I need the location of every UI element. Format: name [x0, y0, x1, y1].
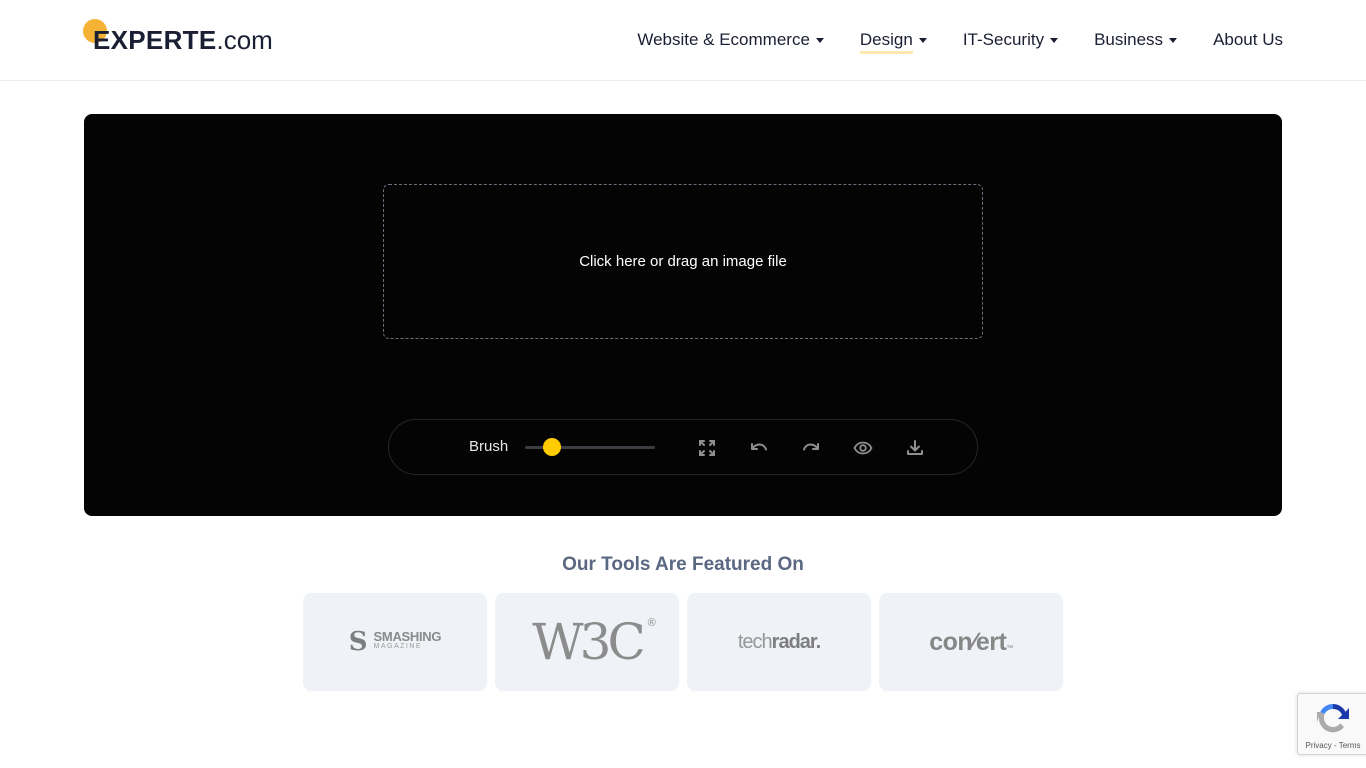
- recaptcha-privacy-terms[interactable]: Privacy - Terms: [1298, 741, 1366, 750]
- logo-suffix: .com: [216, 25, 273, 55]
- image-editor: Click here or drag an image file Brush: [84, 114, 1282, 516]
- nav-item-it-security[interactable]: IT-Security: [963, 30, 1059, 50]
- smashing-s-icon: S: [348, 627, 368, 657]
- convert-logo[interactable]: con∕ert™: [879, 593, 1063, 691]
- caret-down-icon: [918, 37, 927, 43]
- expand-icon: [699, 440, 715, 456]
- nav-item-website-ecommerce[interactable]: Website & Ecommerce: [637, 30, 824, 50]
- fullscreen-button[interactable]: [695, 436, 719, 460]
- undo-button[interactable]: [747, 436, 771, 460]
- preview-button[interactable]: [851, 436, 875, 460]
- caret-down-icon: [1169, 37, 1178, 43]
- nav-item-design[interactable]: Design: [859, 30, 927, 54]
- featured-title: Our Tools Are Featured On: [562, 554, 804, 575]
- brush-size-slider[interactable]: [525, 437, 655, 457]
- recaptcha-icon: [1317, 703, 1349, 733]
- download-button[interactable]: [903, 436, 927, 460]
- smashing-magazine-logo[interactable]: S SMASHING MAGAZINE: [303, 593, 487, 691]
- experte-logo[interactable]: EXPERTE.com: [83, 18, 283, 58]
- undo-icon: [751, 443, 767, 451]
- dropzone-text: Click here or drag an image file: [579, 253, 787, 270]
- editor-toolbar: Brush: [388, 419, 978, 475]
- image-dropzone[interactable]: Click here or drag an image file: [383, 184, 983, 339]
- download-icon: [907, 440, 923, 455]
- slider-thumb[interactable]: [543, 438, 562, 456]
- nav-item-business[interactable]: Business: [1094, 30, 1178, 50]
- w3c-logo[interactable]: W3C ®: [495, 593, 679, 691]
- brush-label: Brush: [469, 438, 509, 455]
- site-header: EXPERTE.com Website & Ecommerce Design I…: [0, 0, 1366, 81]
- recaptcha-badge[interactable]: Privacy - Terms: [1297, 693, 1366, 755]
- logo-brand: EXPERTE: [93, 25, 217, 55]
- redo-button[interactable]: [799, 436, 823, 460]
- redo-icon: [803, 443, 819, 451]
- eye-icon: [853, 441, 873, 455]
- nav-item-about-us[interactable]: About Us: [1213, 30, 1283, 50]
- caret-down-icon: [815, 37, 824, 43]
- caret-down-icon: [1050, 37, 1059, 43]
- featured-logos: S SMASHING MAGAZINE W3C ® techradar. con∕…: [303, 593, 1063, 691]
- main-nav: Website & Ecommerce Design IT-Security B…: [637, 28, 1283, 54]
- techradar-logo[interactable]: techradar.: [687, 593, 871, 691]
